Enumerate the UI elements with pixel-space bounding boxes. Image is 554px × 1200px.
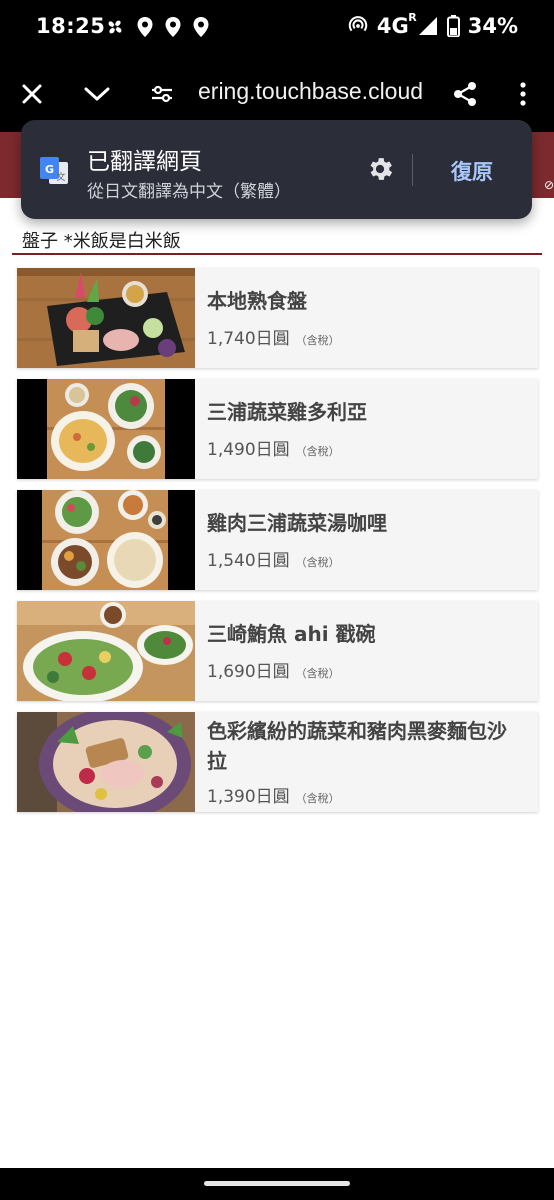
menu-item[interactable]: 三崎鮪魚 ahi 戳碗 1,690日圓 （含稅）: [17, 601, 538, 701]
header-edge-glyph: ⊘: [543, 178, 554, 192]
share-button[interactable]: [447, 76, 483, 112]
menu-item[interactable]: 雞肉三浦蔬菜湯咖哩 1,540日圓 （含稅）: [17, 490, 538, 590]
menu-item-info: 三崎鮪魚 ahi 戳碗 1,690日圓 （含稅）: [195, 601, 538, 701]
translate-subtitle: 從日文翻譯為中文（繁體）: [87, 182, 291, 202]
signal-icon: [418, 17, 437, 35]
minimize-button[interactable]: [79, 76, 115, 112]
menu-item-photo: [17, 379, 195, 479]
menu-item-info: 本地熟食盤 1,740日圓 （含稅）: [195, 268, 538, 368]
menu-item-photo: [17, 490, 195, 590]
menu-item-name: 本地熟食盤: [207, 289, 307, 313]
divider: [412, 154, 413, 186]
menu-item-price: 1,490日圓 （含稅）: [207, 440, 340, 460]
system-icons: 4G R 34%: [347, 11, 518, 38]
location-pin-icon: [165, 17, 181, 37]
status-time: 18:25: [36, 14, 106, 38]
battery-icon: [446, 15, 460, 37]
more-options-button[interactable]: [505, 76, 541, 112]
system-navigation-bar: [0, 1168, 554, 1200]
google-translate-icon: G 文: [40, 157, 68, 184]
section-divider: [12, 253, 542, 255]
menu-item[interactable]: 本地熟食盤 1,740日圓 （含稅）: [17, 268, 538, 368]
close-tab-button[interactable]: [14, 76, 50, 112]
chevron-down-icon: [84, 87, 110, 101]
menu-item-name: 色彩繽紛的蔬菜和豬肉黑麥麵包沙拉: [207, 719, 507, 773]
location-pin-icon: [137, 17, 153, 37]
tax-label: （含稅）: [295, 667, 340, 680]
menu-list: 本地熟食盤 1,740日圓（含稅） 三浦蔬菜雞多利亞 1,490日圓（含稅）: [17, 268, 538, 823]
tax-label: （含稅）: [295, 445, 340, 458]
translate-popup: G 文 已翻譯網頁 從日文翻譯為中文（繁體） 復原: [21, 120, 532, 219]
more-vertical-icon: [520, 82, 526, 106]
menu-item-info: 雞肉三浦蔬菜湯咖哩 1,540日圓 （含稅）: [195, 490, 538, 590]
gear-icon[interactable]: [365, 154, 395, 184]
menu-item-photo: [17, 268, 195, 368]
tax-label: （含稅）: [295, 556, 340, 569]
menu-item-price: 1,540日圓 （含稅）: [207, 551, 340, 571]
menu-item-photo: [17, 712, 195, 812]
translate-title: 已翻譯網頁: [87, 149, 202, 175]
tax-label: （含稅）: [295, 792, 340, 805]
menu-item[interactable]: 三浦蔬菜雞多利亞 1,490日圓 （含稅）: [17, 379, 538, 479]
roaming-indicator: R: [408, 11, 417, 24]
close-icon: [22, 84, 42, 104]
restore-button[interactable]: 復原: [429, 156, 515, 186]
home-gesture-handle[interactable]: [204, 1181, 350, 1186]
site-settings-button[interactable]: [144, 76, 180, 112]
tune-icon: [152, 85, 172, 103]
menu-item[interactable]: 色彩繽紛的蔬菜和豬肉黑麥麵包沙拉 1,390日圓 （含稅）: [17, 712, 538, 812]
battery-percent: 34%: [467, 14, 518, 38]
menu-item-price: 1,690日圓 （含稅）: [207, 662, 340, 682]
svg-text:G: G: [45, 163, 54, 176]
network-type: 4G R: [376, 11, 417, 38]
svg-text:文: 文: [56, 171, 65, 183]
share-icon: [454, 82, 476, 106]
menu-item-price: 1,390日圓 （含稅）: [207, 787, 340, 807]
menu-item-photo: [17, 601, 195, 701]
notification-icons: [104, 16, 210, 38]
menu-item-name: 雞肉三浦蔬菜湯咖哩: [207, 511, 387, 535]
hotspot-icon: [348, 16, 368, 32]
fan-icon: [108, 20, 122, 34]
menu-item-info: 三浦蔬菜雞多利亞 1,490日圓 （含稅）: [195, 379, 538, 479]
tax-label: （含稅）: [295, 334, 340, 347]
menu-item-name: 三崎鮪魚 ahi 戳碗: [207, 622, 376, 646]
status-bar: 18:25 4G R 34%: [0, 0, 554, 56]
menu-item-info: 色彩繽紛的蔬菜和豬肉黑麥麵包沙拉 1,390日圓 （含稅）: [195, 712, 538, 812]
menu-item-name: 三浦蔬菜雞多利亞: [207, 400, 367, 424]
url-bar[interactable]: ering.touchbase.cloud: [198, 78, 438, 105]
menu-item-price: 1,740日圓 （含稅）: [207, 329, 340, 349]
location-pin-icon: [193, 17, 209, 37]
section-heading: 盤子 *米飯是白米飯: [22, 231, 181, 252]
